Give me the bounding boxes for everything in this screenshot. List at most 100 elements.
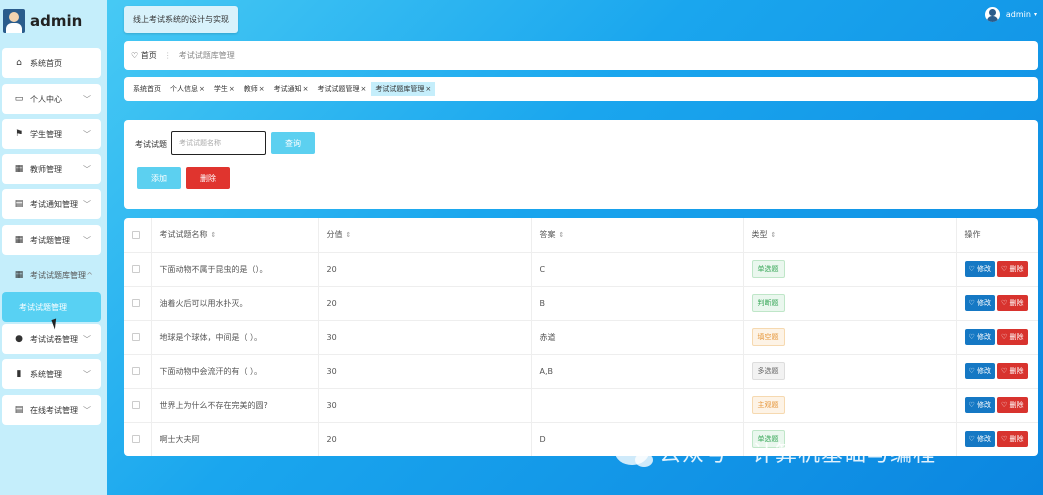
row-select-cell xyxy=(124,422,152,456)
type-badge: 多选题 xyxy=(751,362,785,380)
tab[interactable]: 考试试题库管理× xyxy=(371,82,436,96)
sidebar-item[interactable]: ⚑ 学生管理 ﹀ xyxy=(2,119,101,149)
tab[interactable]: 考试试题管理× xyxy=(314,82,371,96)
row-select-cell xyxy=(124,388,152,423)
cell-actions: ♡ 修改 ♡ 删除 xyxy=(956,422,1038,456)
close-icon[interactable]: × xyxy=(229,85,235,93)
row-delete-button[interactable]: ♡ 删除 xyxy=(997,431,1028,447)
sidebar-item[interactable]: ▤ 考试通知管理 ﹀ xyxy=(2,189,101,219)
cell-score: 30 xyxy=(318,354,532,389)
row-checkbox[interactable] xyxy=(132,299,140,307)
edit-button[interactable]: ♡ 修改 xyxy=(964,295,996,311)
header-score[interactable]: 分值 ⇕ xyxy=(318,218,532,253)
sort-icon[interactable]: ⇕ xyxy=(559,231,565,239)
sidebar-item[interactable]: ▦ 考试试题库管理 ^ xyxy=(2,260,101,290)
close-icon[interactable]: × xyxy=(425,85,431,93)
header-answer[interactable]: 答案 ⇕ xyxy=(531,218,744,253)
sidebar-item-label: 在线考试管理 xyxy=(30,405,78,415)
tab[interactable]: 教师× xyxy=(240,82,269,96)
user-avatar-icon xyxy=(984,7,1000,22)
row-delete-button[interactable]: ♡ 删除 xyxy=(997,295,1028,311)
tab-label: 教师 xyxy=(243,85,258,93)
sidebar-item-label: 考试试卷管理 xyxy=(30,334,78,344)
doc-icon: ▤ xyxy=(14,405,24,415)
add-button[interactable]: 添加 xyxy=(137,167,181,189)
cell-answer: A,B xyxy=(531,354,744,389)
row-checkbox[interactable] xyxy=(132,401,140,409)
sidebar-item[interactable]: ▦ 考试题管理 ﹀ xyxy=(2,225,101,255)
close-icon[interactable]: × xyxy=(303,85,309,93)
header-name[interactable]: 考试试题名称 ⇕ xyxy=(151,218,319,253)
row-select-cell xyxy=(124,320,152,355)
flag-icon: ⚑ xyxy=(14,129,24,139)
sidebar-item[interactable]: ▭ 个人中心 ﹀ xyxy=(2,84,101,114)
clipboard-icon: ▤ xyxy=(14,199,24,209)
sort-icon[interactable]: ⇕ xyxy=(211,231,217,239)
row-select-cell xyxy=(124,286,152,321)
table-header: 考试试题名称 ⇕ 分值 ⇕ 答案 ⇕ 类型 ⇕ 操作 xyxy=(124,218,1038,253)
chevron-down-icon: ﹀ xyxy=(83,199,91,209)
grid-icon: ▦ xyxy=(14,270,24,280)
sidebar-item[interactable]: ⌂ 系统首页 xyxy=(2,48,101,78)
tab[interactable]: 考试通知× xyxy=(270,82,313,96)
row-select-cell xyxy=(124,354,152,389)
sidebar-item-label: 考试试题库管理 xyxy=(30,270,86,280)
edit-button[interactable]: ♡ 修改 xyxy=(964,363,996,379)
edit-button[interactable]: ♡ 修改 xyxy=(964,431,996,447)
row-delete-button[interactable]: ♡ 删除 xyxy=(997,329,1028,345)
dropdown-icon: ▾ xyxy=(1033,11,1037,18)
close-icon[interactable]: × xyxy=(361,85,367,93)
user-menu[interactable]: admin ▾ xyxy=(984,7,1037,22)
row-checkbox[interactable] xyxy=(132,367,140,375)
sidebar-item-label: 系统首页 xyxy=(30,58,62,68)
sidebar-item[interactable]: ● 考试试卷管理 ﹀ xyxy=(2,324,101,354)
sidebar-item-label: 考试题管理 xyxy=(30,235,70,245)
close-icon[interactable]: × xyxy=(199,85,205,93)
row-checkbox[interactable] xyxy=(132,333,140,341)
row-delete-button[interactable]: ♡ 删除 xyxy=(997,261,1028,277)
tab[interactable]: 学生× xyxy=(210,82,239,96)
edit-button[interactable]: ♡ 修改 xyxy=(964,329,996,345)
close-icon[interactable]: × xyxy=(259,85,265,93)
row-select-cell xyxy=(124,252,152,287)
tab-label: 考试试题库管理 xyxy=(375,85,425,93)
cell-score: 20 xyxy=(318,252,532,287)
breadcrumb-home[interactable]: ♡ 首页 xyxy=(131,50,157,61)
table-row: 地球是个球体，中间是（ ）。 30 赤道 填空题 ♡ 修改 ♡ 删除 xyxy=(124,320,1038,355)
app-title: admin xyxy=(30,12,83,30)
cell-name: 世界上为什么不存在完美的圆? xyxy=(151,388,319,423)
avatar xyxy=(3,9,25,33)
cell-name: 下面动物不属于昆虫的是（）。 xyxy=(151,252,319,287)
query-button[interactable]: 查询 xyxy=(271,132,315,154)
tab[interactable]: 个人信息× xyxy=(166,82,209,96)
sidebar-item-label: 个人中心 xyxy=(30,94,62,104)
cell-name: 地球是个球体，中间是（ ）。 xyxy=(151,320,319,355)
sidebar: admin ⌂ 系统首页 ▭ 个人中心 ﹀ ⚑ 学生管理 ﹀ ▦ 教师管理 ﹀ ▤ 考试通知管理 ﹀ ▦ 考试… xyxy=(0,0,107,495)
breadcrumb-current: 考试试题库管理 xyxy=(178,51,235,60)
sidebar-item[interactable]: 考试试题管理 xyxy=(2,292,101,322)
sort-icon[interactable]: ⇕ xyxy=(771,231,777,239)
row-delete-button[interactable]: ♡ 删除 xyxy=(997,397,1028,413)
edit-button[interactable]: ♡ 修改 xyxy=(964,397,996,413)
sidebar-item[interactable]: ▤ 在线考试管理 ﹀ xyxy=(2,395,101,425)
header-type[interactable]: 类型 ⇕ xyxy=(743,218,957,253)
table-row: 油着火后可以用水扑灭。 20 B 判断题 ♡ 修改 ♡ 删除 xyxy=(124,286,1038,321)
row-delete-button[interactable]: ♡ 删除 xyxy=(997,363,1028,379)
sidebar-item[interactable]: ▮ 系统管理 ﹀ xyxy=(2,359,101,389)
row-checkbox[interactable] xyxy=(132,265,140,273)
type-badge: 单选题 xyxy=(751,260,785,278)
select-all-checkbox[interactable] xyxy=(132,230,140,239)
sort-icon[interactable]: ⇕ xyxy=(346,231,352,239)
search-input[interactable]: 考试试题名称 xyxy=(171,131,266,155)
tab[interactable]: 系统首页 xyxy=(129,82,165,96)
cell-type: 单选题 xyxy=(743,252,957,287)
chevron-down-icon: ﹀ xyxy=(83,94,91,104)
delete-button[interactable]: 删除 xyxy=(186,167,230,189)
row-checkbox[interactable] xyxy=(132,435,140,443)
select-all-cell xyxy=(124,218,152,253)
type-badge: 判断题 xyxy=(751,294,785,312)
edit-button[interactable]: ♡ 修改 xyxy=(964,261,996,277)
system-title: 线上考试系统的设计与实现 xyxy=(124,6,238,33)
cell-name: 油着火后可以用水扑灭。 xyxy=(151,286,319,321)
sidebar-item[interactable]: ▦ 教师管理 ﹀ xyxy=(2,154,101,184)
